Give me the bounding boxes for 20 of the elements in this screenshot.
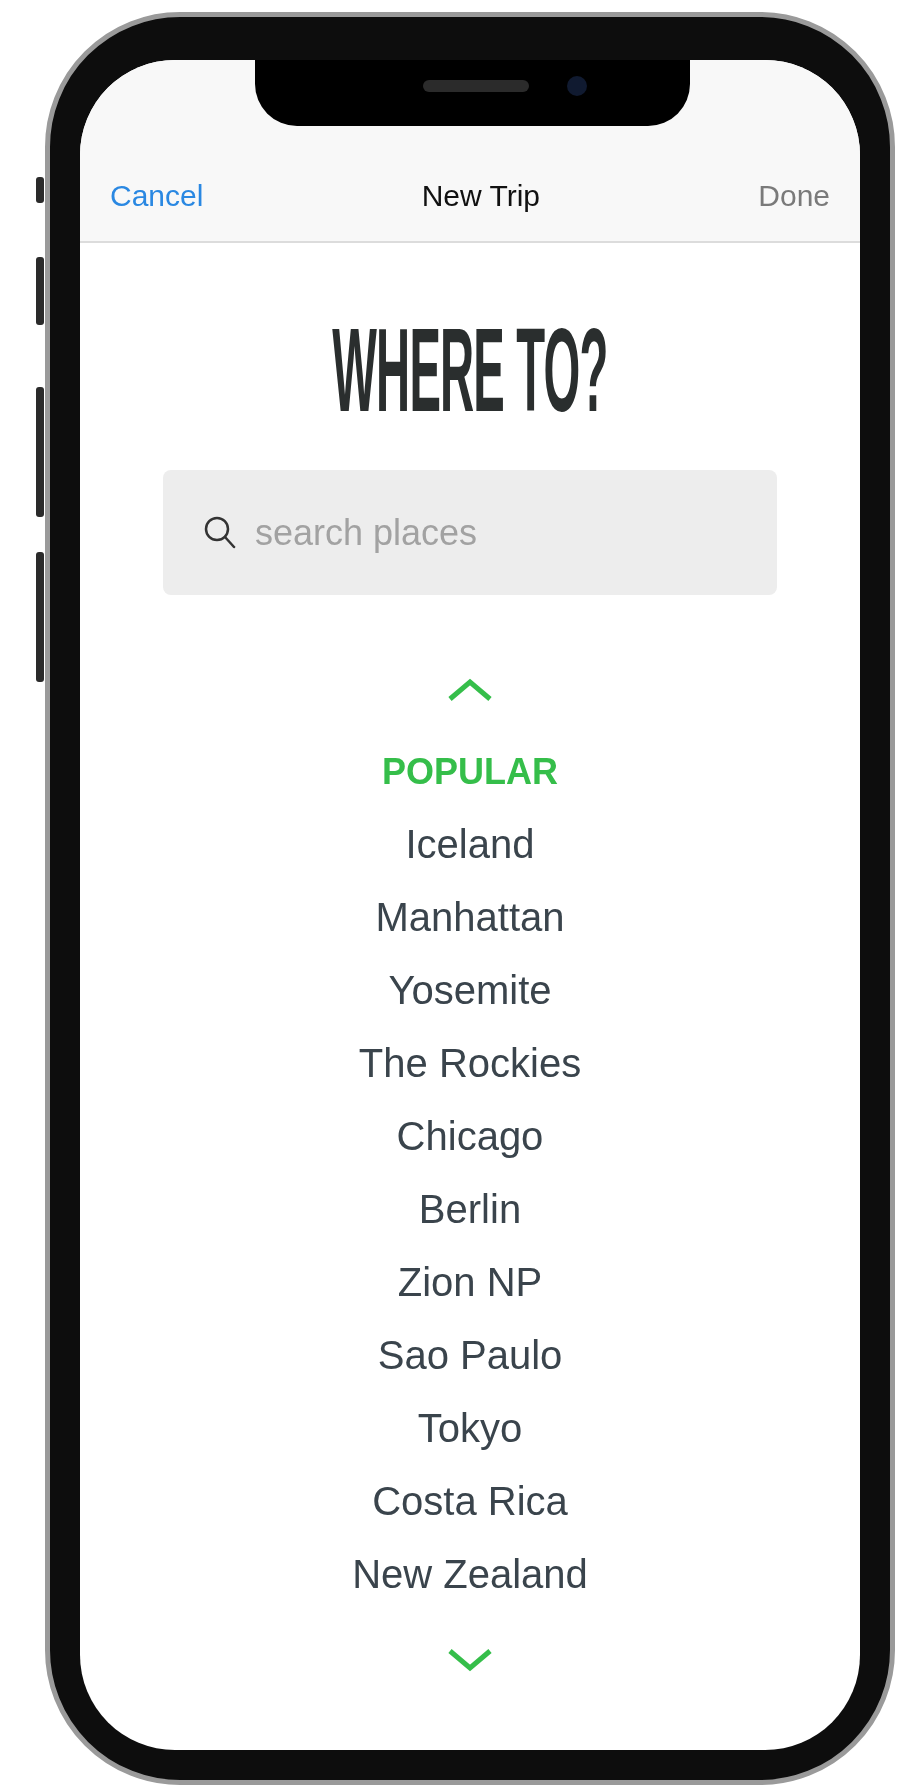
destination-item[interactable]: Sao Paulo xyxy=(377,1319,563,1392)
destination-item[interactable]: Berlin xyxy=(418,1173,522,1246)
screen-title: New Trip xyxy=(421,178,540,214)
destination-item[interactable]: Chicago xyxy=(396,1100,544,1173)
search-bar[interactable]: search places xyxy=(163,470,777,595)
chevron-up-icon[interactable] xyxy=(446,677,494,703)
search-icon xyxy=(203,514,237,551)
camera-lens xyxy=(567,76,587,96)
destination-item[interactable]: Yosemite xyxy=(388,954,552,1027)
destination-item[interactable]: Costa Rica xyxy=(372,1465,568,1538)
destination-item[interactable]: Zion NP xyxy=(397,1246,543,1319)
page-heading: WHERE TO? xyxy=(332,315,608,425)
destination-item[interactable]: Iceland xyxy=(405,808,535,881)
destination-item[interactable]: Tokyo xyxy=(417,1392,523,1465)
destination-item[interactable]: Manhattan xyxy=(375,881,565,954)
destination-item[interactable]: New Zealand xyxy=(352,1538,588,1611)
search-field[interactable]: search places xyxy=(253,510,737,555)
section-heading: POPULAR xyxy=(382,750,558,794)
chevron-down-icon[interactable] xyxy=(446,1647,494,1673)
destination-item[interactable]: The Rockies xyxy=(358,1027,582,1100)
